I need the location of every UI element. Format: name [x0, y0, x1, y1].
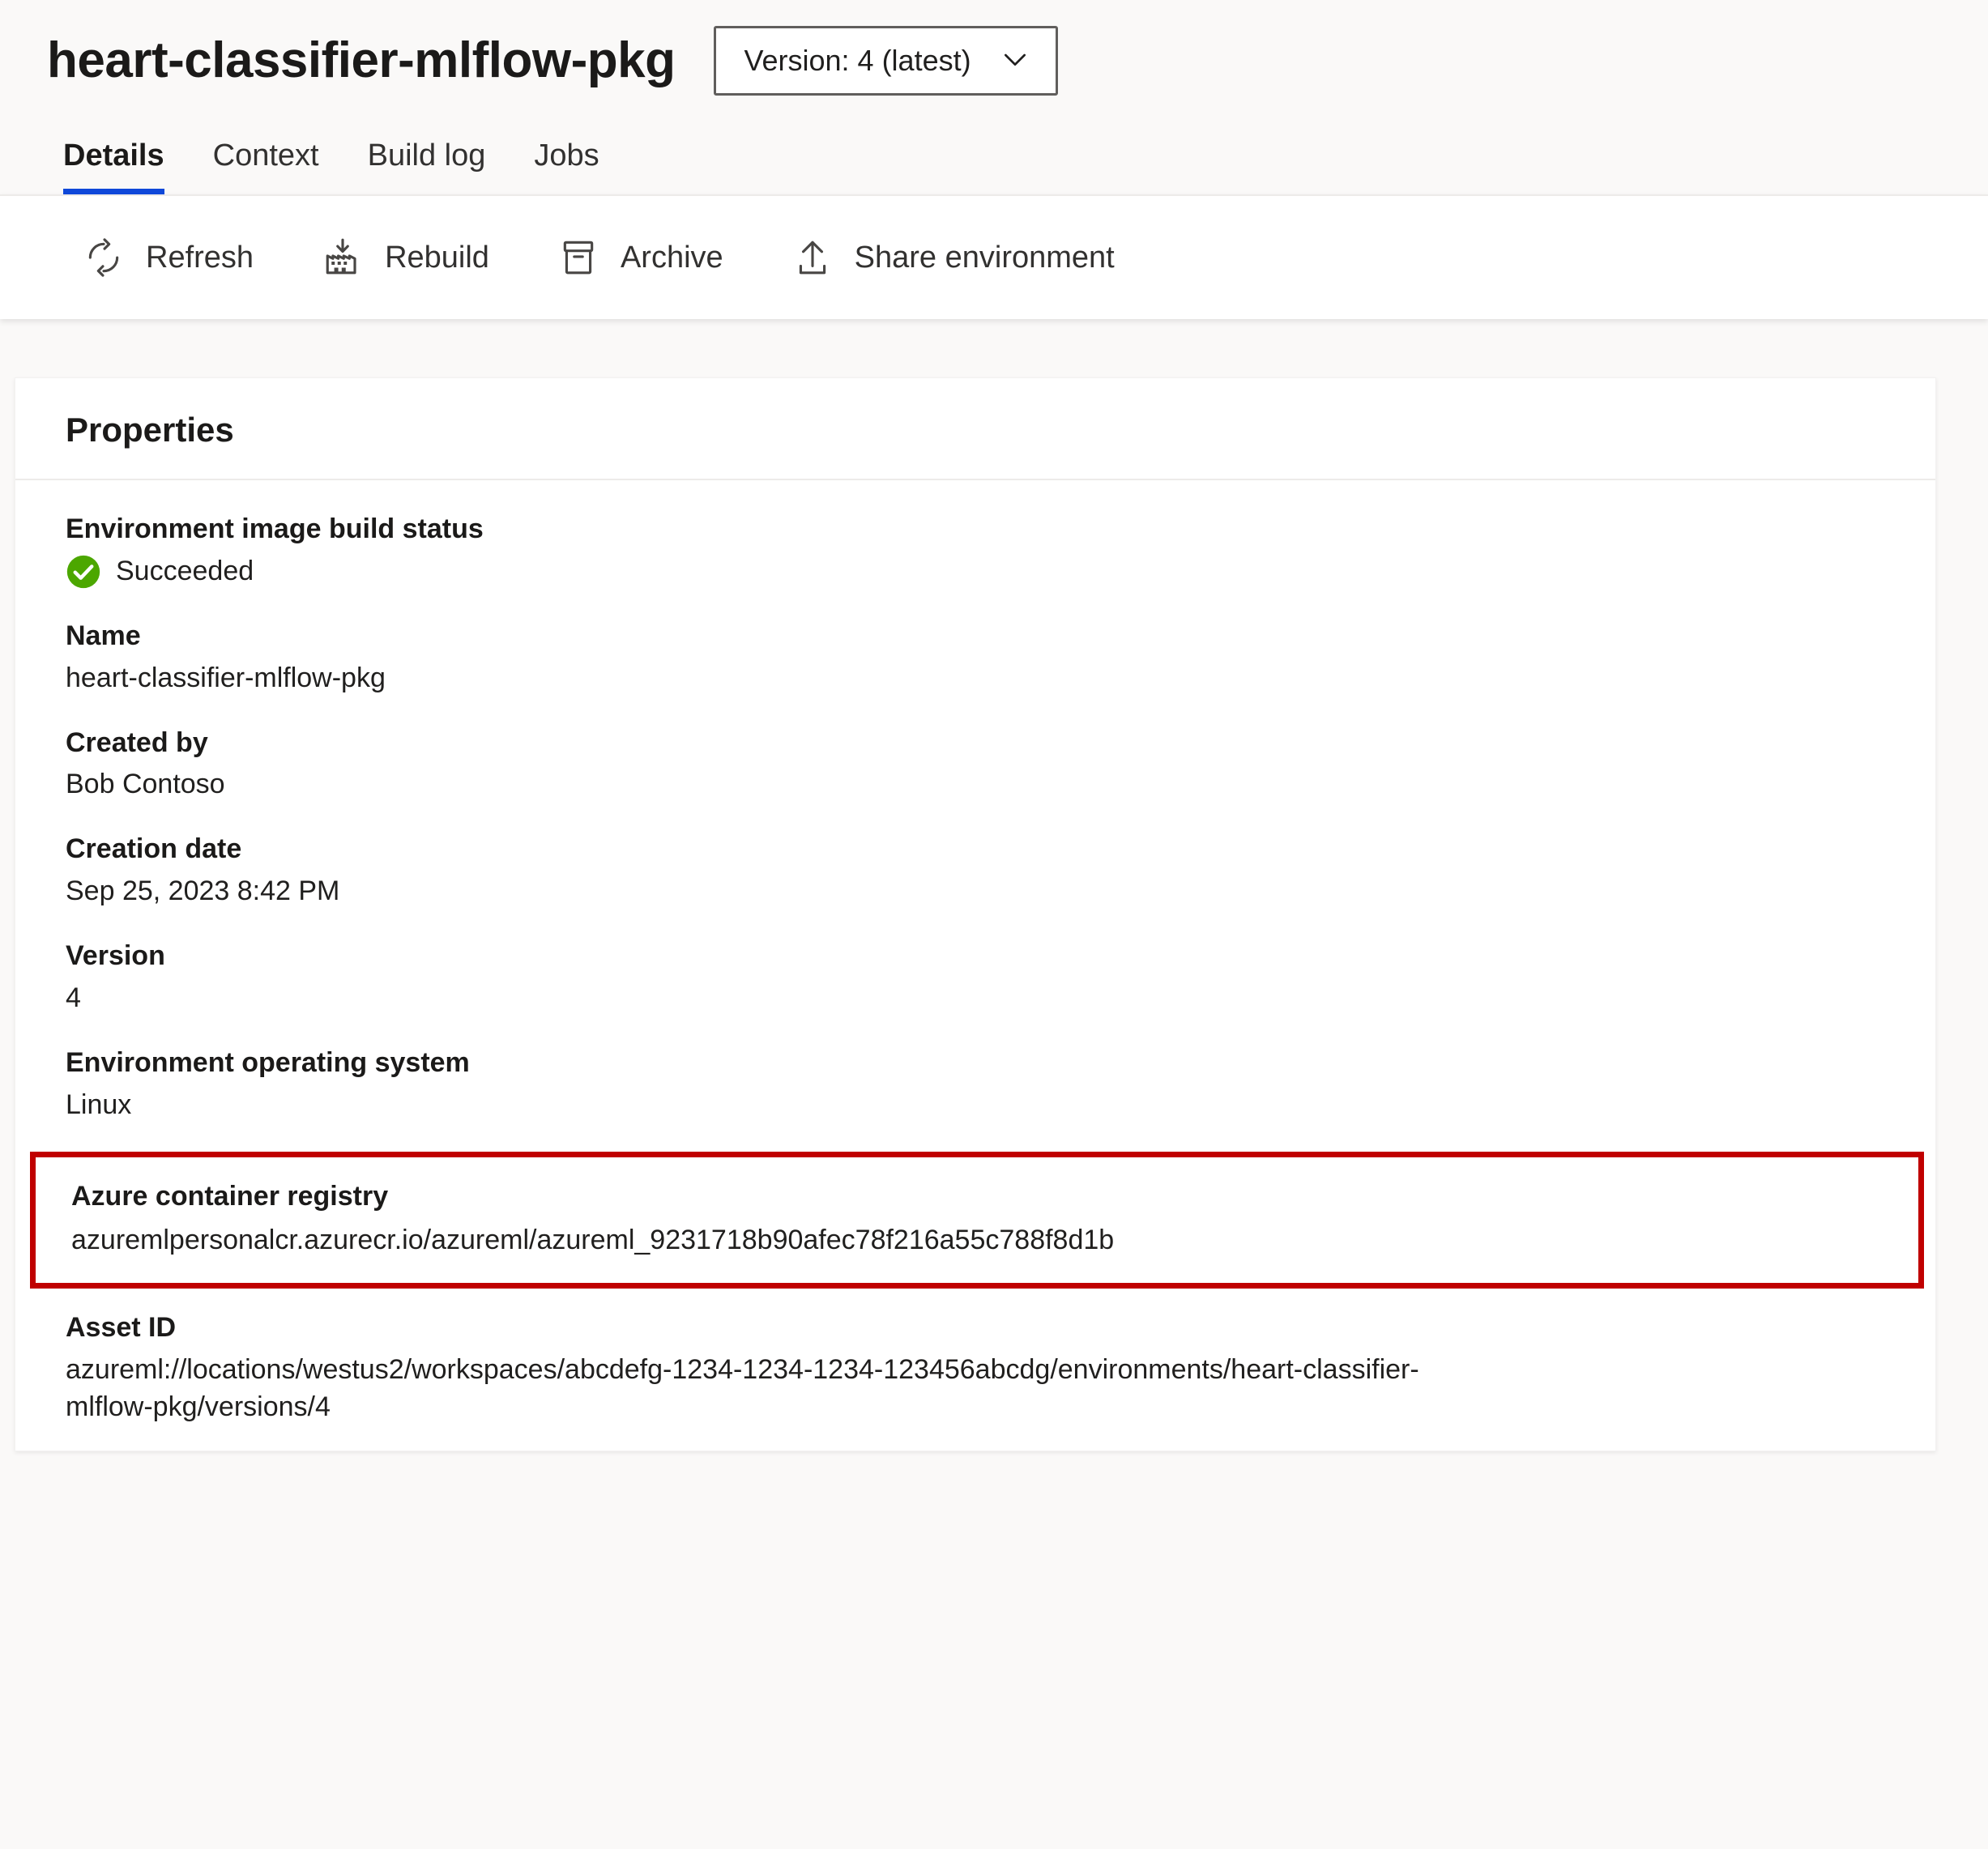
archive-icon	[556, 235, 601, 280]
property-creation-date-value: Sep 25, 2023 8:42 PM	[66, 876, 340, 907]
refresh-label: Refresh	[146, 240, 254, 275]
share-environment-button[interactable]: Share environment	[783, 227, 1121, 288]
properties-title: Properties	[66, 411, 234, 449]
command-toolbar: Refresh Rebuild Archive Share environmen…	[0, 194, 1988, 319]
archive-label: Archive	[620, 240, 723, 275]
property-asset-id: Asset ID azureml://locations/westus2/wor…	[66, 1310, 1903, 1426]
toolbar-card-gap	[0, 319, 1988, 377]
property-created-by: Created by Bob Contoso	[66, 725, 1903, 804]
properties-card-header: Properties	[15, 378, 1935, 480]
tab-build-log-label: Build log	[367, 138, 486, 173]
tab-context-label: Context	[212, 138, 319, 173]
tab-jobs-label: Jobs	[534, 138, 599, 173]
share-environment-label: Share environment	[854, 240, 1115, 275]
tab-details-label: Details	[63, 138, 164, 173]
tab-jobs[interactable]: Jobs	[510, 138, 623, 194]
property-operating-system-value: Linux	[66, 1089, 132, 1120]
property-build-status-label: Environment image build status	[66, 513, 484, 544]
property-asset-id-label: Asset ID	[66, 1312, 177, 1344]
property-created-by-label: Created by	[66, 726, 208, 758]
property-name-value: heart-classifier-mlflow-pkg	[66, 662, 386, 693]
property-container-registry-label: Azure container registry	[71, 1180, 389, 1212]
chevron-down-icon	[999, 43, 1031, 79]
property-creation-date-label: Creation date	[66, 833, 242, 865]
property-name: Name heart-classifier-mlflow-pkg	[66, 618, 1903, 697]
property-asset-id-value: azureml://locations/westus2/workspaces/a…	[66, 1354, 1419, 1423]
page-header: heart-classifier-mlflow-pkg Version: 4 (…	[0, 0, 1988, 97]
properties-list: Environment image build status Succeeded…	[15, 480, 1935, 1451]
refresh-button[interactable]: Refresh	[75, 227, 260, 288]
share-upload-icon	[790, 235, 835, 280]
status-badge: Succeeded	[66, 553, 1903, 590]
properties-card: Properties Environment image build statu…	[15, 377, 1936, 1452]
property-version: Version 4	[66, 938, 1903, 1017]
property-version-label: Version	[66, 940, 165, 972]
property-build-status-value: Succeeded	[116, 555, 254, 586]
tab-context[interactable]: Context	[189, 138, 343, 194]
property-container-registry-value: azuremlpersonalcr.azurecr.io/azureml/azu…	[71, 1224, 1115, 1255]
property-version-value: 4	[66, 982, 81, 1014]
success-check-icon	[66, 554, 101, 590]
rebuild-icon	[320, 235, 365, 280]
property-creation-date: Creation date Sep 25, 2023 8:42 PM	[66, 831, 1903, 910]
version-selector[interactable]: Version: 4 (latest)	[714, 26, 1058, 96]
tab-details[interactable]: Details	[39, 138, 189, 194]
refresh-icon	[81, 235, 126, 280]
property-created-by-value: Bob Contoso	[66, 769, 225, 800]
tab-bar: Details Context Build log Jobs	[0, 97, 1988, 194]
property-name-label: Name	[66, 620, 141, 651]
rebuild-button[interactable]: Rebuild	[314, 227, 496, 288]
property-operating-system-label: Environment operating system	[66, 1046, 470, 1078]
tab-build-log[interactable]: Build log	[343, 138, 510, 194]
archive-button[interactable]: Archive	[549, 227, 730, 288]
version-selector-label: Version: 4 (latest)	[744, 44, 971, 77]
property-container-registry-highlight: Azure container registry azuremlpersonal…	[30, 1151, 1924, 1289]
page-title: heart-classifier-mlflow-pkg	[47, 32, 676, 88]
property-operating-system: Environment operating system Linux	[66, 1045, 1903, 1124]
rebuild-label: Rebuild	[385, 240, 489, 275]
property-build-status: Environment image build status Succeeded	[66, 511, 1903, 590]
